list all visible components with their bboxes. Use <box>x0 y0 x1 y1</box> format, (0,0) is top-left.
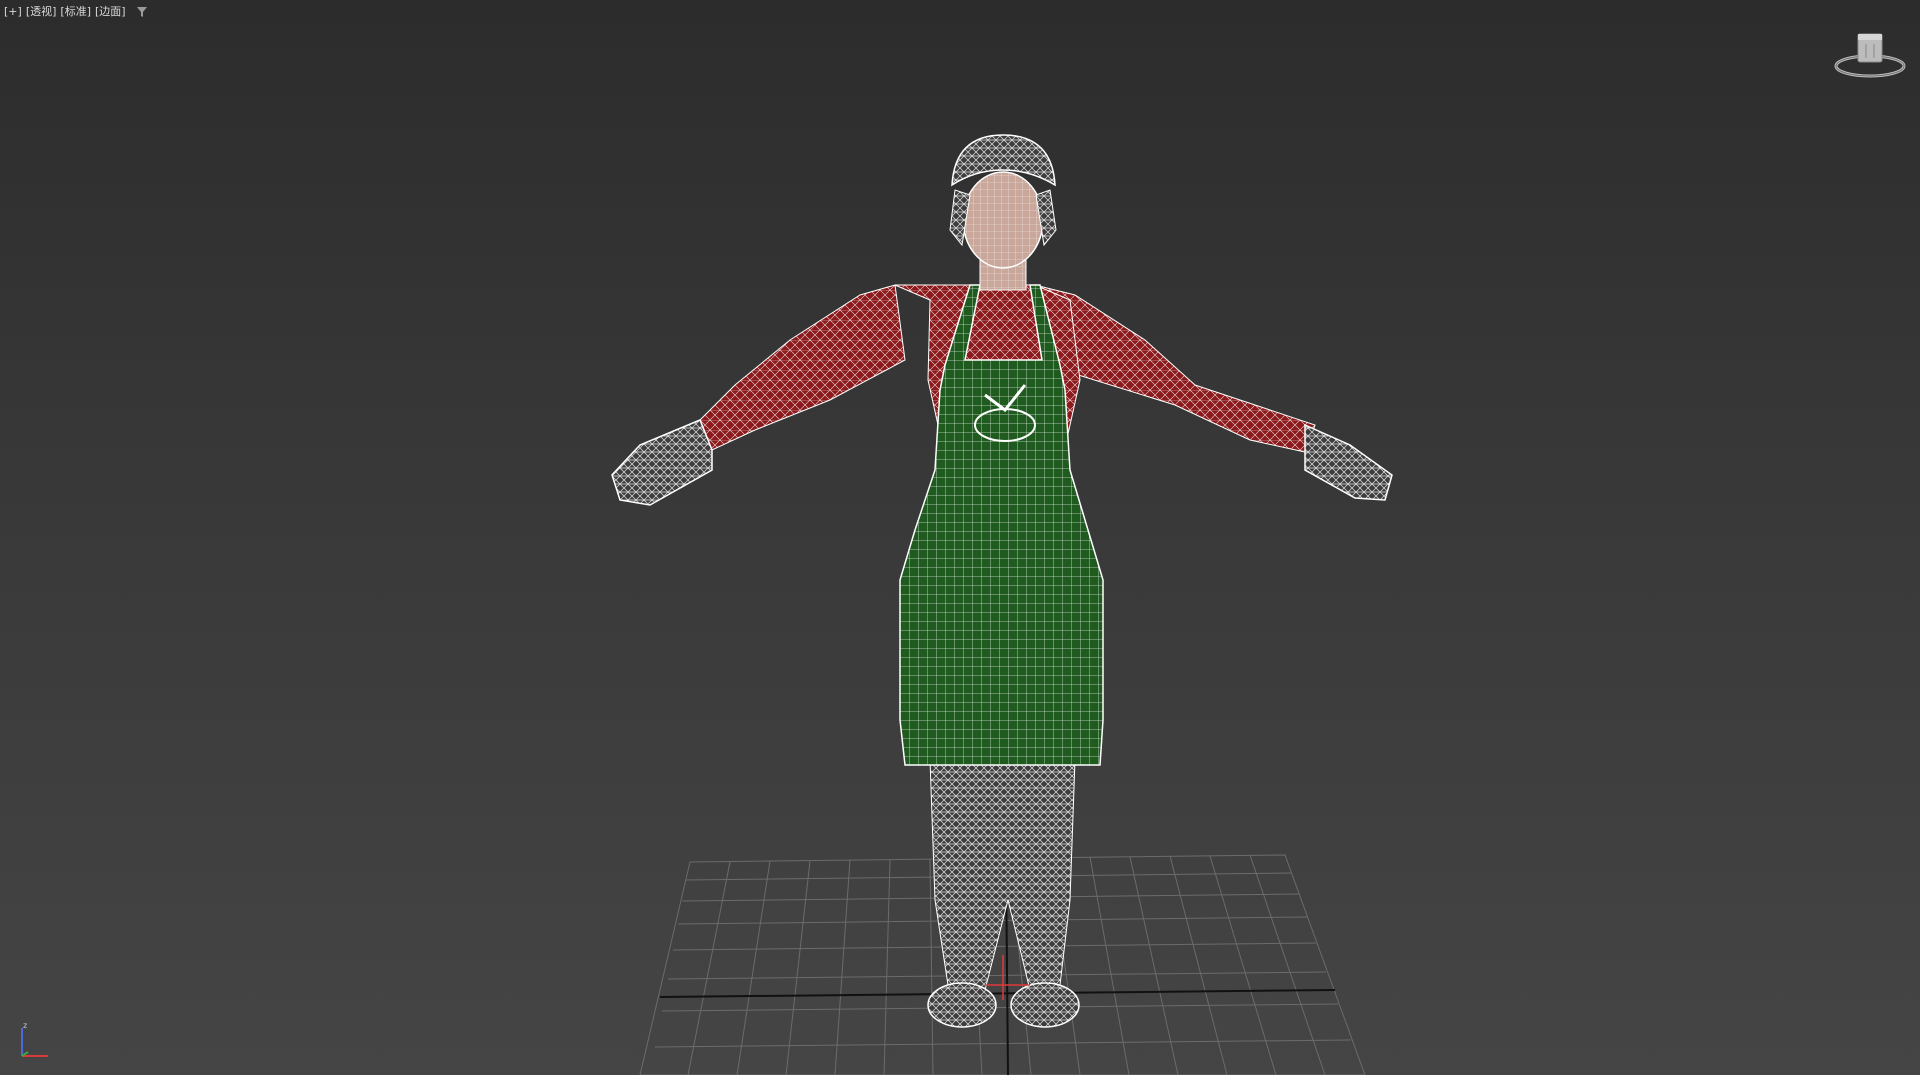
right-hand-mesh <box>1304 423 1393 501</box>
filter-icon[interactable] <box>136 6 148 18</box>
right-shoe-mesh <box>1010 982 1080 1028</box>
viewport-menu-point-of-view[interactable]: [透视] <box>26 4 57 20</box>
axis-tripod-icon: z <box>21 1021 48 1057</box>
head-mesh <box>962 171 1044 269</box>
viewport-menu-display-mode[interactable]: [边面] <box>95 4 126 20</box>
left-hand-mesh <box>611 419 713 506</box>
left-sleeve-mesh <box>699 284 906 451</box>
viewport-label-menu[interactable]: [+] [透视] [标准] [边面] <box>4 4 148 20</box>
viewcube-icon[interactable] <box>1832 26 1908 86</box>
svg-text:z: z <box>23 1021 27 1030</box>
left-shoe-mesh <box>927 982 997 1028</box>
viewport-menu-general[interactable]: [+] <box>4 4 22 20</box>
scene-canvas[interactable] <box>0 0 1920 1075</box>
character-model[interactable] <box>611 134 1393 1028</box>
viewport-menu-shading-standard[interactable]: [标准] <box>60 4 91 20</box>
perspective-viewport[interactable]: [+] [透视] [标准] [边面] z <box>0 0 1920 1075</box>
